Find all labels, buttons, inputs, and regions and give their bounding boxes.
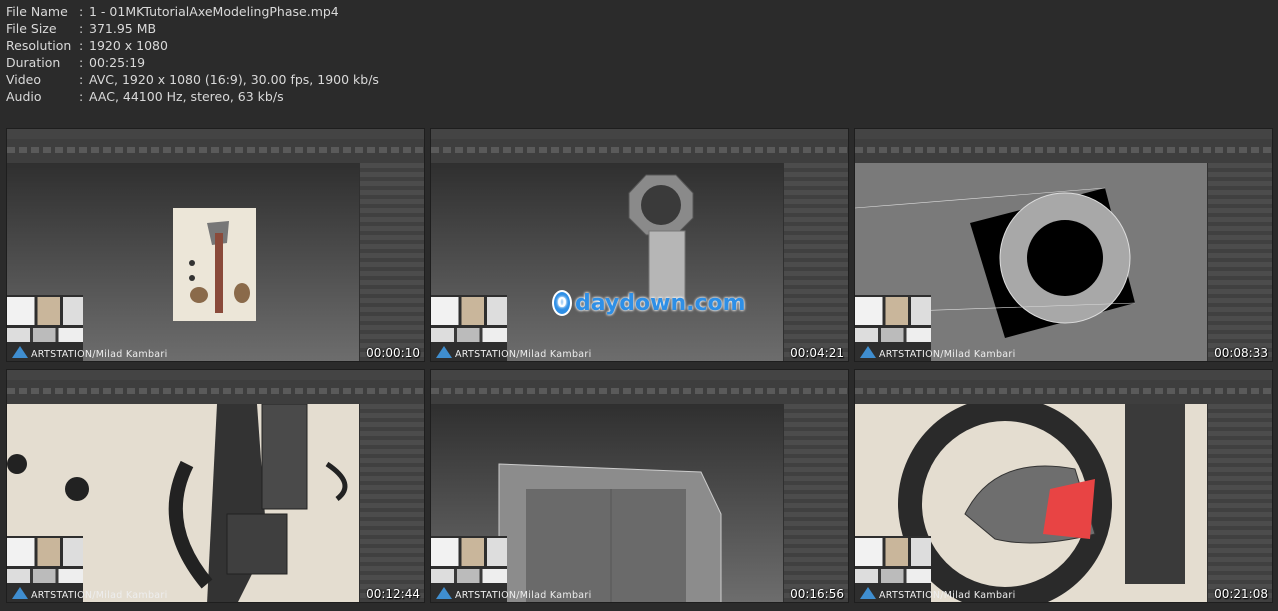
timestamp: 00:08:33 — [1214, 346, 1268, 360]
command-panel — [1207, 163, 1272, 361]
command-panel — [359, 404, 424, 602]
overlay-strip — [7, 569, 83, 583]
timestamp: 00:21:08 — [1214, 587, 1268, 601]
overlay-strip — [855, 328, 931, 342]
timestamp: 00:04:21 — [790, 346, 844, 360]
info-row-audio: Audio: AAC, 44100 Hz, stereo, 63 kb/s — [6, 89, 284, 104]
overlay-strip — [7, 328, 83, 342]
timestamp: 00:16:56 — [790, 587, 844, 601]
file-info-panel: File Name:1 - 01MKTutorialAxeModelingPha… — [6, 3, 379, 105]
command-panel — [359, 163, 424, 361]
caption: ARTSTATION/Milad Kambari — [879, 349, 1016, 360]
toolbar — [7, 380, 424, 404]
info-row-video: Video: AVC, 1920 x 1080 (16:9), 30.00 fps… — [6, 72, 379, 87]
thumbnail-4[interactable]: ARTSTATION/Milad Kambari 00:12:44 — [6, 369, 425, 603]
toolbar — [7, 139, 424, 163]
thumbnail-3[interactable]: ARTSTATION/Milad Kambari 00:08:33 — [854, 128, 1273, 362]
overlay-strip — [431, 328, 507, 342]
thumbnail-2[interactable]: ARTSTATION/Milad Kambari 00:04:21 — [430, 128, 849, 362]
command-panel — [783, 404, 848, 602]
info-row-filesize: File Size:371.95 MB — [6, 21, 157, 36]
caption: ARTSTATION/Milad Kambari — [31, 349, 168, 360]
overlay-strip — [855, 569, 931, 583]
thumbnail-5[interactable]: ARTSTATION/Milad Kambari 00:16:56 — [430, 369, 849, 603]
caption: ARTSTATION/Milad Kambari — [879, 590, 1016, 601]
watermark-logo-icon: 0 — [552, 290, 572, 316]
watermark-text: daydown.com — [575, 290, 746, 316]
caption: ARTSTATION/Milad Kambari — [31, 590, 168, 601]
info-row-resolution: Resolution:1920 x 1080 — [6, 38, 168, 53]
caption: ARTSTATION/Milad Kambari — [455, 349, 592, 360]
thumbnail-1[interactable]: ARTSTATION/Milad Kambari 00:00:10 — [6, 128, 425, 362]
toolbar — [431, 139, 848, 163]
command-panel — [1207, 404, 1272, 602]
command-panel — [783, 163, 848, 361]
thumbnail-6[interactable]: ARTSTATION/Milad Kambari 00:21:08 — [854, 369, 1273, 603]
overlay-strip — [431, 569, 507, 583]
timestamp: 00:00:10 — [366, 346, 420, 360]
toolbar — [855, 139, 1272, 163]
toolbar — [855, 380, 1272, 404]
info-row-filename: File Name:1 - 01MKTutorialAxeModelingPha… — [6, 4, 339, 19]
toolbar — [431, 380, 848, 404]
info-row-duration: Duration:00:25:19 — [6, 55, 146, 70]
timestamp: 00:12:44 — [366, 587, 420, 601]
caption: ARTSTATION/Milad Kambari — [455, 590, 592, 601]
watermark: 0 daydown.com — [552, 290, 746, 316]
